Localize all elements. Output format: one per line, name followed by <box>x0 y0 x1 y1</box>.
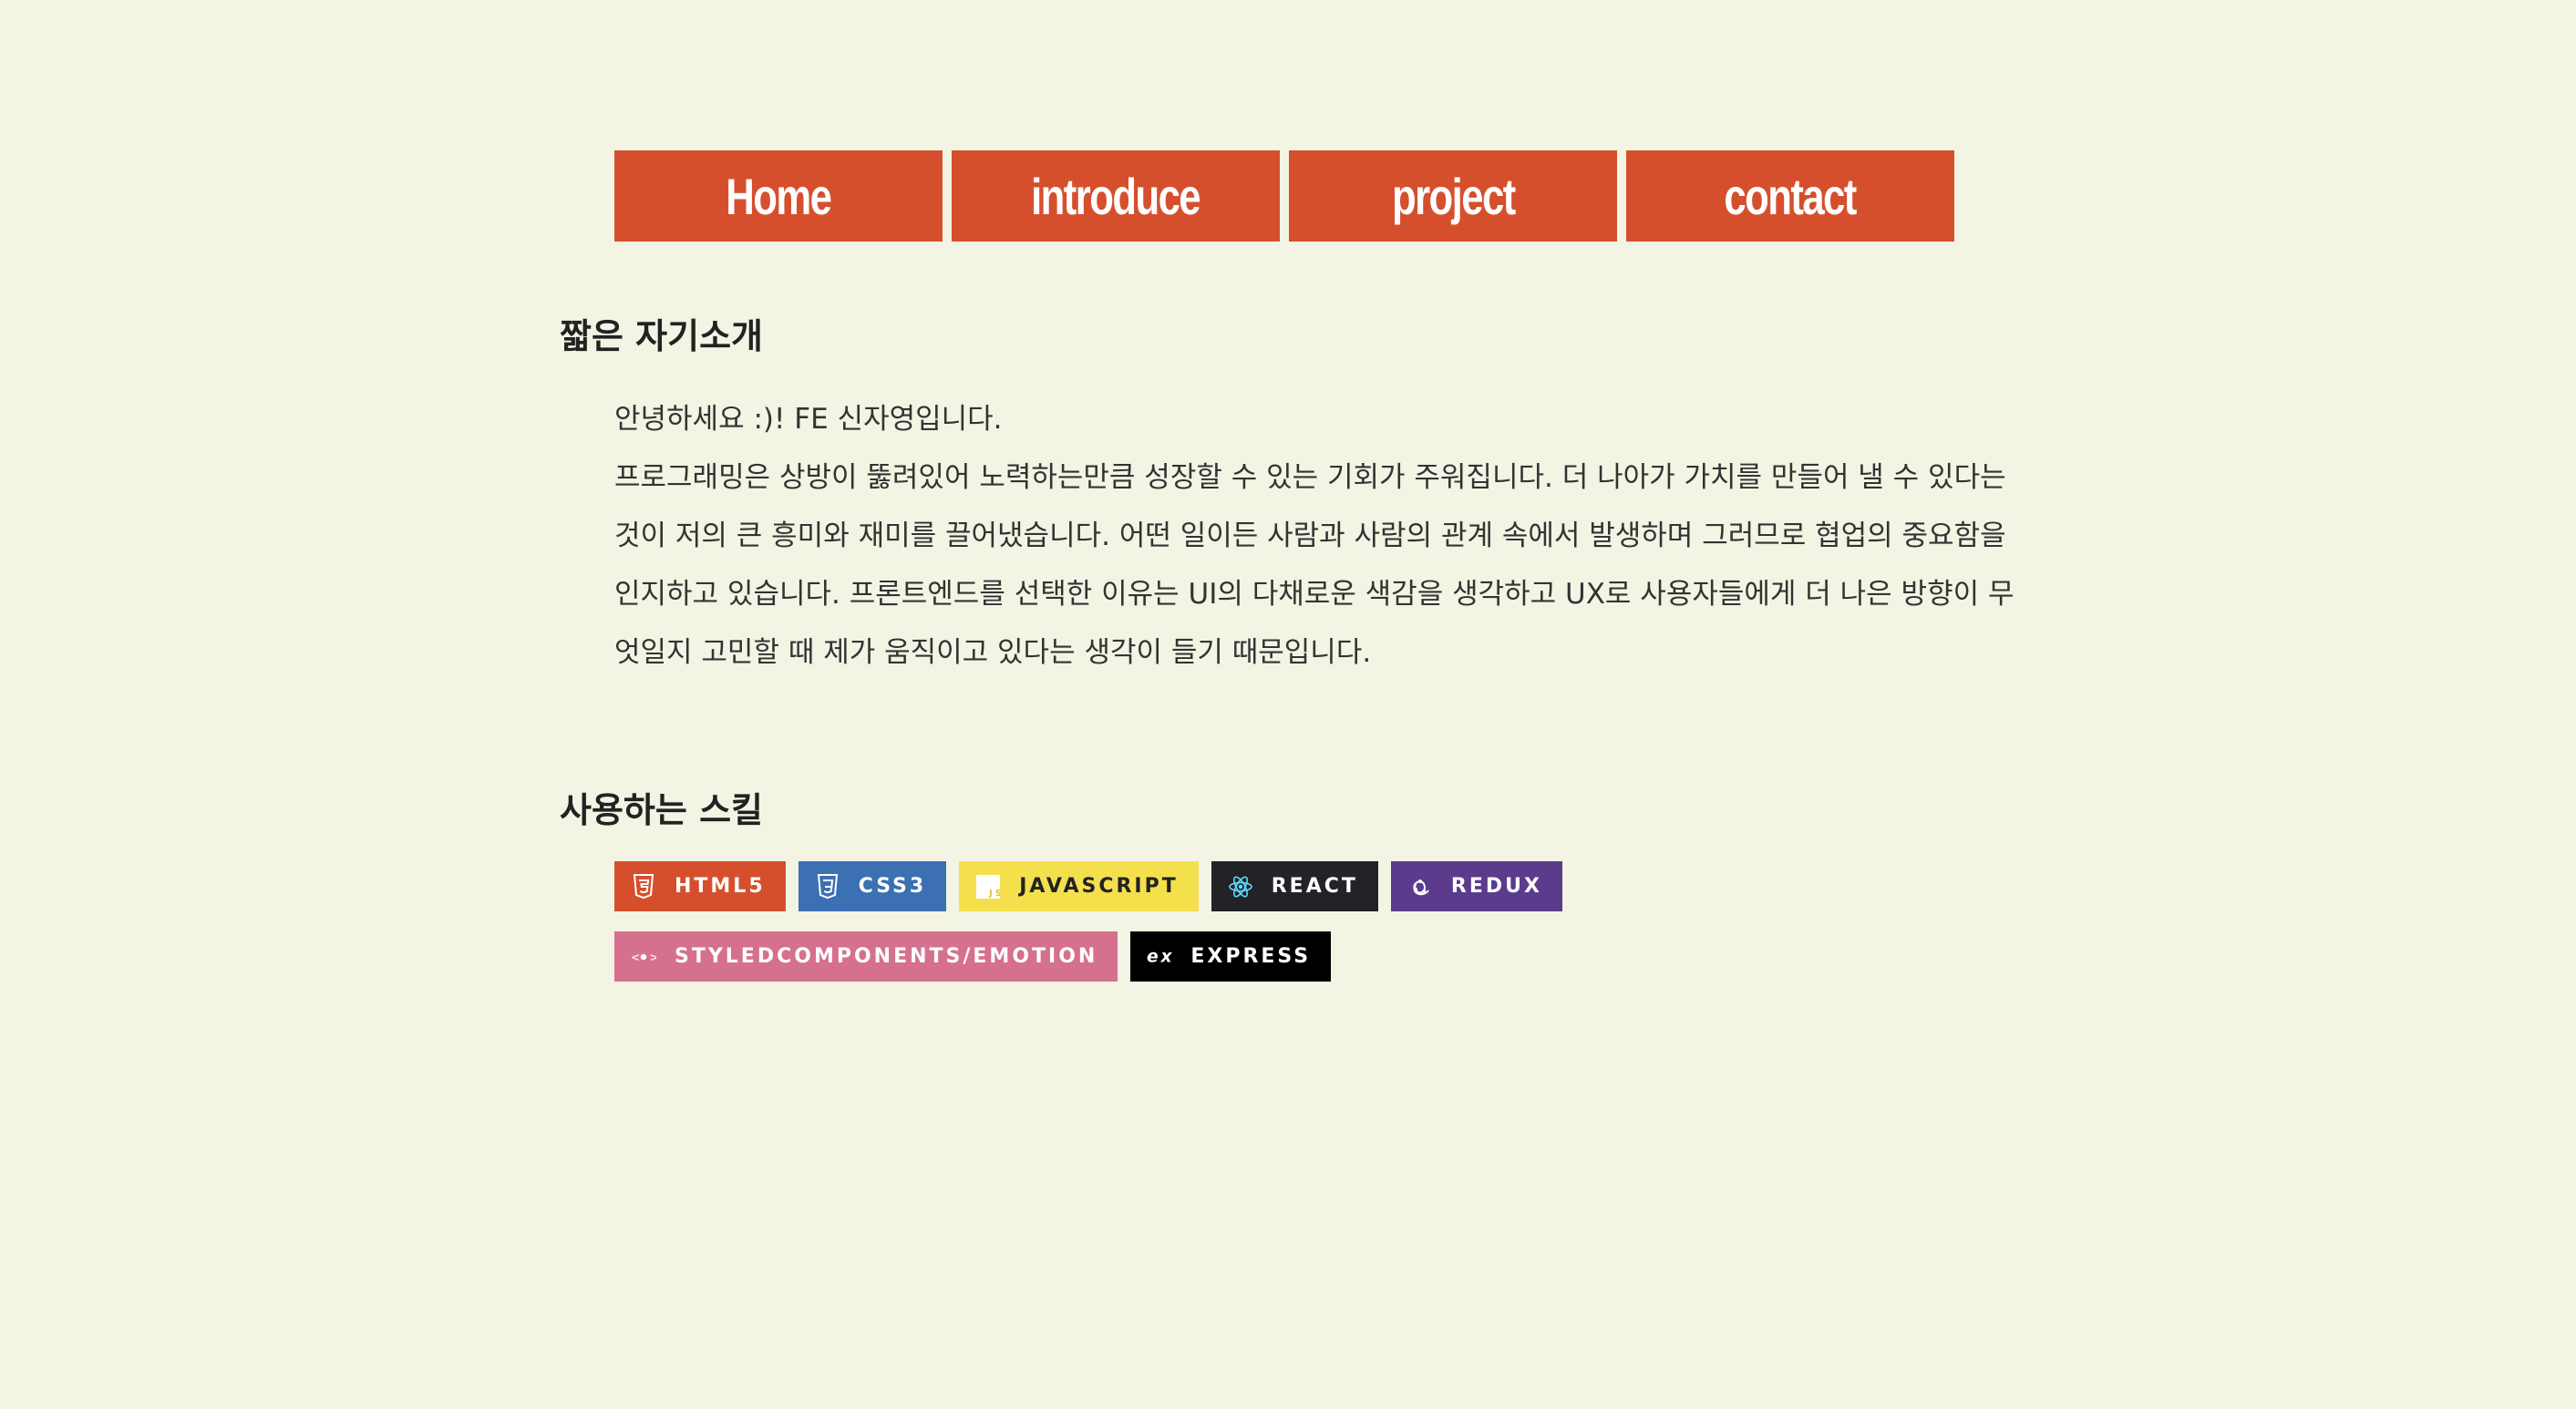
react-label: REACT <box>1271 875 1358 898</box>
express-icon: ex <box>1147 944 1172 970</box>
nav-introduce-label: introduce <box>1031 167 1202 225</box>
html5-icon <box>631 873 656 900</box>
intro-text: 안녕하세요 :)! FE 신자영입니다. 프로그래밍은 상방이 뚫려있어 노력하… <box>614 390 2023 682</box>
nav-project-label: project <box>1391 167 1516 225</box>
css3-icon <box>815 873 840 900</box>
react-badge[interactable]: REACT <box>1211 861 1378 911</box>
skills-heading: 사용하는 스킬 <box>560 790 763 830</box>
javascript-badge[interactable]: JS JAVASCRIPT <box>959 861 1199 911</box>
nav-home-label: Home <box>726 167 832 225</box>
express-badge[interactable]: ex EXPRESS <box>1130 931 1332 982</box>
css3-label: CSS3 <box>858 875 927 898</box>
nav-contact-label: contact <box>1724 167 1858 225</box>
styled-components-badge[interactable]: <> STYLEDCOMPONENTS/EMOTION <box>614 931 1118 982</box>
svg-text:>: > <box>650 951 656 963</box>
skills-badges-row-2: <> STYLEDCOMPONENTS/EMOTION ex EXPRESS <box>614 931 1332 982</box>
intro-body: 프로그래밍은 상방이 뚫려있어 노력하는만큼 성장할 수 있는 기회가 주워집니… <box>614 461 2014 669</box>
svg-text:ex: ex <box>1147 947 1172 966</box>
nav-project-button[interactable]: project <box>1289 150 1617 242</box>
html5-badge[interactable]: HTML5 <box>614 861 786 911</box>
react-icon <box>1228 874 1253 900</box>
redux-badge[interactable]: REDUX <box>1390 861 1562 911</box>
nav-introduce-button[interactable]: introduce <box>952 150 1280 242</box>
intro-greeting: 안녕하세요 :)! FE 신자영입니다. <box>614 403 1003 436</box>
intro-heading: 짧은 자기소개 <box>560 316 763 356</box>
javascript-label: JAVASCRIPT <box>1019 875 1179 898</box>
nav-home-button[interactable]: Home <box>614 150 943 242</box>
page: Home introduce project contact 짧은 자기소개 안… <box>0 0 2576 1409</box>
html5-label: HTML5 <box>675 875 766 898</box>
css3-badge[interactable]: CSS3 <box>798 861 947 911</box>
svg-text:JS: JS <box>988 889 1000 899</box>
styled-components-label: STYLEDCOMPONENTS/EMOTION <box>675 945 1098 968</box>
javascript-icon: JS <box>975 874 1001 900</box>
styled-components-icon: <> <box>631 944 656 970</box>
redux-label: REDUX <box>1450 875 1542 898</box>
nav-contact-button[interactable]: contact <box>1626 150 1954 242</box>
express-label: EXPRESS <box>1190 945 1312 968</box>
redux-icon <box>1407 874 1433 900</box>
skills-badges-row-1: HTML5 CSS3 JS JAVASCRIPT REACT REDUX <box>614 861 1562 911</box>
main-nav: Home introduce project contact <box>614 150 1954 242</box>
